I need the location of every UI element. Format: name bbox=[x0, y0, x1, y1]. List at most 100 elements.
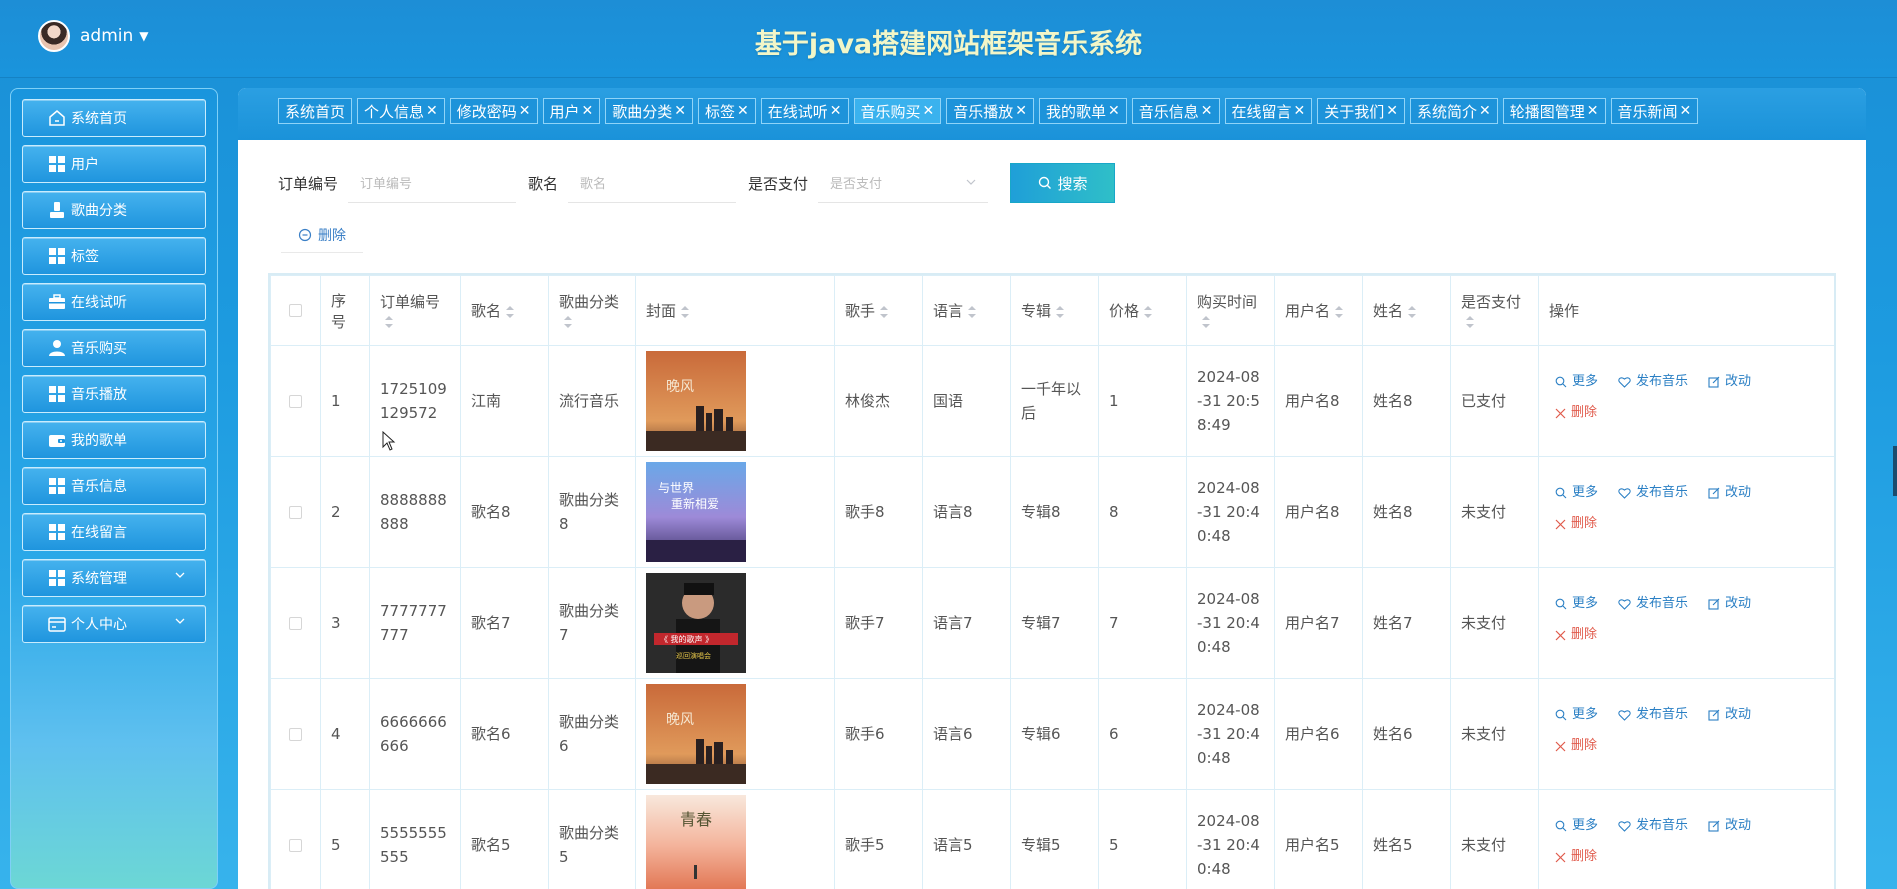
delete-button[interactable]: 删除 bbox=[1555, 626, 1597, 644]
publish-music-button[interactable]: 发布音乐 bbox=[1618, 595, 1688, 613]
close-icon[interactable]: ✕ bbox=[1680, 103, 1692, 119]
column-header[interactable]: 专辑 bbox=[1010, 275, 1099, 346]
close-icon[interactable]: ✕ bbox=[1015, 103, 1027, 119]
close-icon[interactable]: ✕ bbox=[1201, 103, 1213, 119]
sort-icon[interactable] bbox=[875, 302, 889, 320]
column-header[interactable]: 价格 bbox=[1098, 275, 1187, 346]
more-button[interactable]: 更多 bbox=[1555, 484, 1598, 502]
close-icon[interactable]: ✕ bbox=[582, 103, 594, 119]
edit-button[interactable]: 改动 bbox=[1708, 484, 1751, 502]
sidebar-item-2[interactable]: 用户 bbox=[22, 145, 206, 183]
column-header[interactable]: 语言 bbox=[922, 275, 1011, 346]
tab-4[interactable]: 用户 ✕ bbox=[542, 98, 601, 124]
sidebar-item-11[interactable]: 系统管理 bbox=[22, 559, 206, 597]
sidebar-item-8[interactable]: 我的歌单 bbox=[22, 421, 206, 459]
tab-15[interactable]: 轮播图管理 ✕ bbox=[1502, 98, 1606, 124]
sort-icon[interactable] bbox=[1403, 302, 1417, 320]
close-icon[interactable]: ✕ bbox=[519, 103, 531, 119]
sidebar-item-5[interactable]: 在线试听 bbox=[22, 283, 206, 321]
column-header[interactable]: 歌曲分类 bbox=[548, 275, 636, 346]
more-button[interactable]: 更多 bbox=[1555, 595, 1598, 613]
sidebar-item-10[interactable]: 在线留言 bbox=[22, 513, 206, 551]
row-checkbox[interactable] bbox=[289, 838, 302, 852]
sort-icon[interactable] bbox=[676, 302, 690, 320]
tab-5[interactable]: 歌曲分类 ✕ bbox=[605, 98, 694, 124]
tab-3[interactable]: 修改密码 ✕ bbox=[449, 98, 538, 124]
column-header[interactable]: 是否支付 bbox=[1450, 275, 1539, 346]
delete-button[interactable]: 删除 bbox=[1555, 848, 1597, 866]
more-button[interactable]: 更多 bbox=[1555, 373, 1598, 391]
sidebar-item-label: 系统管理 bbox=[71, 571, 127, 587]
edit-button[interactable]: 改动 bbox=[1708, 817, 1751, 835]
tab-7[interactable]: 在线试听 ✕ bbox=[760, 98, 849, 124]
row-checkbox[interactable] bbox=[289, 505, 302, 519]
row-checkbox[interactable] bbox=[289, 616, 302, 630]
delete-button[interactable]: 删除 bbox=[1555, 737, 1597, 755]
more-button[interactable]: 更多 bbox=[1555, 706, 1598, 724]
close-icon[interactable]: ✕ bbox=[1479, 103, 1491, 119]
close-icon[interactable]: ✕ bbox=[923, 103, 935, 119]
column-header[interactable]: 封面 bbox=[635, 275, 835, 346]
scrollbar[interactable] bbox=[1893, 446, 1897, 496]
tab-16[interactable]: 音乐新闻 ✕ bbox=[1610, 98, 1699, 124]
sort-icon[interactable] bbox=[1197, 312, 1211, 330]
column-header[interactable]: 购买时间 bbox=[1186, 275, 1275, 346]
sort-icon[interactable] bbox=[501, 302, 515, 320]
publish-music-button[interactable]: 发布音乐 bbox=[1618, 817, 1688, 835]
select-all-checkbox[interactable] bbox=[289, 304, 302, 317]
edit-button[interactable]: 改动 bbox=[1708, 706, 1751, 724]
close-icon[interactable]: ✕ bbox=[737, 103, 749, 119]
sort-icon[interactable] bbox=[1461, 312, 1475, 330]
tab-1[interactable]: 系统首页 bbox=[278, 98, 353, 124]
sidebar-item-7[interactable]: 音乐播放 bbox=[22, 375, 206, 413]
sort-icon[interactable] bbox=[380, 312, 394, 330]
delete-button[interactable]: 删除 bbox=[1555, 515, 1597, 533]
tab-13[interactable]: 关于我们 ✕ bbox=[1317, 98, 1406, 124]
sidebar-item-9[interactable]: 音乐信息 bbox=[22, 467, 206, 505]
publish-music-button[interactable]: 发布音乐 bbox=[1618, 706, 1688, 724]
order-number-input[interactable]: 订单编号 bbox=[348, 163, 517, 203]
column-header[interactable]: 歌名 bbox=[460, 275, 549, 346]
tab-14[interactable]: 系统简介 ✕ bbox=[1410, 98, 1498, 124]
sidebar-item-3[interactable]: 歌曲分类 bbox=[22, 191, 206, 229]
close-icon[interactable]: ✕ bbox=[830, 103, 842, 119]
sort-icon[interactable] bbox=[963, 302, 977, 320]
song-name-input[interactable]: 歌名 bbox=[568, 163, 737, 203]
row-checkbox[interactable] bbox=[289, 394, 302, 408]
edit-button[interactable]: 改动 bbox=[1708, 595, 1751, 613]
sidebar-item-1[interactable]: 系统首页 bbox=[22, 99, 206, 137]
more-button[interactable]: 更多 bbox=[1555, 817, 1598, 835]
tab-11[interactable]: 音乐信息 ✕ bbox=[1131, 98, 1220, 124]
column-header[interactable]: 歌手 bbox=[834, 275, 923, 346]
sort-icon[interactable] bbox=[1051, 302, 1065, 320]
tab-10[interactable]: 我的歌单 ✕ bbox=[1039, 98, 1127, 124]
tab-6[interactable]: 标签 ✕ bbox=[698, 98, 756, 124]
publish-music-button[interactable]: 发布音乐 bbox=[1618, 373, 1688, 391]
column-header[interactable]: 订单编号 bbox=[369, 275, 461, 346]
sidebar-item-4[interactable]: 标签 bbox=[22, 237, 206, 275]
sort-icon[interactable] bbox=[559, 312, 573, 330]
close-icon[interactable]: ✕ bbox=[1294, 103, 1306, 119]
sort-icon[interactable] bbox=[1139, 302, 1153, 320]
tab-12[interactable]: 在线留言 ✕ bbox=[1224, 98, 1313, 124]
close-icon[interactable]: ✕ bbox=[1386, 103, 1398, 119]
close-icon[interactable]: ✕ bbox=[1587, 103, 1599, 119]
batch-delete-button[interactable]: 删除 bbox=[281, 217, 363, 253]
sidebar-item-6[interactable]: 音乐购买 bbox=[22, 329, 206, 367]
search-button[interactable]: 搜索 bbox=[1010, 163, 1116, 203]
sort-icon[interactable] bbox=[1330, 302, 1344, 320]
edit-button[interactable]: 改动 bbox=[1708, 373, 1751, 391]
row-checkbox[interactable] bbox=[289, 727, 302, 741]
column-header[interactable]: 用户名 bbox=[1274, 275, 1363, 346]
tab-2[interactable]: 个人信息 ✕ bbox=[357, 98, 445, 124]
delete-button[interactable]: 删除 bbox=[1555, 404, 1597, 422]
sidebar-item-12[interactable]: 个人中心 bbox=[22, 605, 206, 643]
close-icon[interactable]: ✕ bbox=[674, 103, 686, 119]
paid-select[interactable]: 是否支付 bbox=[818, 163, 989, 203]
tab-8[interactable]: 音乐购买 ✕ bbox=[853, 98, 942, 124]
close-icon[interactable]: ✕ bbox=[1108, 103, 1120, 119]
tab-9[interactable]: 音乐播放 ✕ bbox=[946, 98, 1035, 124]
close-icon[interactable]: ✕ bbox=[426, 103, 438, 119]
publish-music-button[interactable]: 发布音乐 bbox=[1618, 484, 1688, 502]
column-header[interactable]: 姓名 bbox=[1362, 275, 1451, 346]
